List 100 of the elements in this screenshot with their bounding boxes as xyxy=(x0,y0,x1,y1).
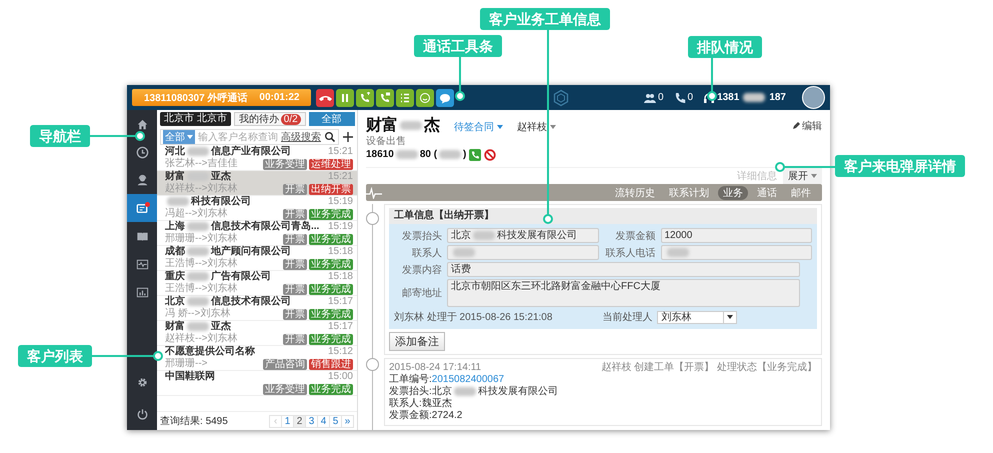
handler-route: 王浩博-->刘东林 xyxy=(165,283,238,295)
timeline-node xyxy=(366,358,379,371)
customer-row[interactable]: 中国鞋联网 15:00 业务受理 业务完成 xyxy=(157,371,357,396)
page-button[interactable]: » xyxy=(341,414,354,428)
customer-row[interactable]: 上海 信息技术有限公司青岛... 15:19 邢珊珊-->刘东林 开票 业务完成 xyxy=(157,221,357,246)
status-tag: 业务完成 xyxy=(309,234,353,244)
advanced-search-link[interactable]: 高级搜索 xyxy=(281,130,321,144)
callout-label: 导航栏 xyxy=(30,125,90,147)
customer-row[interactable]: 财富 亚杰 15:21 赵祥枝-->刘东林 开票 出纳开票 xyxy=(157,171,357,196)
input-field[interactable] xyxy=(447,245,598,260)
phone-transfer-button[interactable] xyxy=(356,88,374,106)
phone-chat-button[interactable] xyxy=(376,88,394,106)
pause-button[interactable] xyxy=(336,88,354,106)
input-field[interactable]: 北京 科技发展有限公司 xyxy=(447,228,598,243)
list-tab[interactable]: 我的待办 0/2 xyxy=(234,112,306,126)
block-icon[interactable] xyxy=(484,148,496,160)
expand-button[interactable]: 展开 xyxy=(783,168,822,184)
avatar[interactable] xyxy=(802,86,825,109)
power-icon[interactable] xyxy=(134,406,150,422)
history-line: 发票金额:2724.2 xyxy=(389,410,464,422)
input-field[interactable]: 12000 xyxy=(660,228,812,243)
status-tag: 开票 xyxy=(283,234,307,244)
edit-button[interactable]: 编辑 xyxy=(792,119,822,133)
callout-label: 客户业务工单信息 xyxy=(480,8,610,30)
ticket-title: 工单信息【出纳开票】 xyxy=(389,208,817,224)
customer-row[interactable]: 北京 信息技术有限公司 15:17 冯 娇-->刘东林 开票 业务完成 xyxy=(157,296,357,321)
handler-select[interactable]: 刘东林 xyxy=(657,310,738,324)
search-icon[interactable] xyxy=(324,131,336,143)
status-tag: 开票 xyxy=(283,208,307,220)
time-label: 15:17 xyxy=(328,296,353,308)
clock-icon xyxy=(134,144,150,160)
status-tag: 业务完成 xyxy=(309,258,353,270)
status-tag: 运维处理 xyxy=(309,158,353,170)
handler-route: 赵祥枝-->刘东林 xyxy=(165,183,238,195)
status-tag: 业务完成 xyxy=(309,384,353,394)
list-button[interactable] xyxy=(396,88,414,106)
hexagon-logo-icon xyxy=(552,88,570,106)
agent-account[interactable]: 1381 187 xyxy=(717,92,786,103)
activity-tab[interactable]: 业务 xyxy=(718,186,748,200)
page-button[interactable]: 2 xyxy=(293,414,306,428)
agents-count: 0 xyxy=(658,92,664,103)
caret-icon xyxy=(550,125,556,129)
ticket-number-link[interactable]: 2015082400067 xyxy=(432,374,504,385)
handler-route: 邢珊珊-->刘东林 xyxy=(165,233,238,245)
call-icon[interactable] xyxy=(469,148,482,160)
handler-label: 当前处理人 xyxy=(602,310,652,324)
address-textarea[interactable]: 北京市朝阳区东三环北路财富金融中心FFC大厦 xyxy=(447,279,800,307)
time-label: 15:21 xyxy=(328,146,353,158)
customer-row[interactable]: 重庆 广告有限公司 15:18 王浩博-->刘东林 开票 业务完成 xyxy=(157,271,357,296)
time-label: 15:18 xyxy=(328,271,353,283)
customer-title: 财富 杰 xyxy=(366,115,440,136)
page-button[interactable]: 5 xyxy=(329,414,342,428)
status-tag: 产品咨询 xyxy=(263,358,307,370)
smiley-button[interactable] xyxy=(416,88,434,106)
pencil-icon xyxy=(792,122,800,130)
status-tag: 业务受理 xyxy=(263,384,307,394)
callout-label: 客户来电弹屏详情 xyxy=(835,155,965,177)
handler-route: 王浩博-->刘东林 xyxy=(165,258,238,270)
callout-label: 客户列表 xyxy=(18,345,92,367)
add-icon[interactable] xyxy=(342,131,354,143)
hangup-button[interactable] xyxy=(316,88,334,106)
phone-icon xyxy=(674,92,686,104)
input-field[interactable]: 话费 xyxy=(447,262,800,277)
status-tag: 出纳开票 xyxy=(309,184,353,194)
caret-icon xyxy=(497,125,503,129)
tooltip: 北京市 北京市 xyxy=(160,112,231,126)
customer-name: 重庆 广告有限公司 xyxy=(165,271,271,282)
field-label: 发票内容 xyxy=(401,264,442,276)
customer-row[interactable]: 财富 亚杰 15:17 赵祥枝-->刘东林 开票 业务完成 xyxy=(157,321,357,346)
customer-row[interactable]: 科技有限公司 15:19 冯超-->刘东林 开票 业务完成 xyxy=(157,196,357,221)
history-line: 工单编号:2015082400067 xyxy=(389,374,506,386)
status-tag: 业务受理 xyxy=(263,158,307,170)
customer-name: 成都 地产顾问有限公司 xyxy=(165,246,291,258)
add-note-button[interactable]: 添加备注 xyxy=(389,332,445,351)
list-tab[interactable]: 全部 xyxy=(308,112,355,126)
queue-agents-icon xyxy=(644,92,656,104)
call-status: 13811080307 外呼通话 xyxy=(144,92,248,104)
field-label: 发票抬头 xyxy=(401,230,442,242)
page-button[interactable]: 1 xyxy=(281,414,294,428)
owner-dropdown[interactable]: 赵祥枝 xyxy=(517,120,556,134)
chat-button[interactable] xyxy=(436,88,454,106)
customer-name: 财富 亚杰 xyxy=(165,171,231,182)
customer-row[interactable]: 不愿意提供公司名称 15:12 邢珊珊--> 产品咨询 销售跟进 xyxy=(157,346,357,371)
result-count: 5495 xyxy=(206,416,228,426)
customer-name: 财富 亚杰 xyxy=(165,321,231,332)
status-tag: 业务完成 xyxy=(309,308,353,320)
callout-label: 通话工具条 xyxy=(414,35,502,57)
field-label: 联系人 xyxy=(411,246,442,260)
call-timer: 00:01:22 xyxy=(259,92,300,103)
caret-icon xyxy=(811,174,817,178)
customer-name: 中国鞋联网 xyxy=(165,371,215,383)
page-button[interactable]: 4 xyxy=(317,414,330,428)
history-line: 发票抬头:北京 科技发展有限公司 xyxy=(389,386,559,398)
status-dropdown[interactable]: 待签合同 xyxy=(454,120,503,134)
history-summary: 赵祥枝 创建工单【开票】 处理状态【业务完成】 xyxy=(601,362,817,374)
page-button[interactable]: 3 xyxy=(305,414,318,428)
status-tag: 业务完成 xyxy=(309,284,353,294)
input-field[interactable] xyxy=(660,245,812,260)
customer-row[interactable]: 成都 地产顾问有限公司 15:18 王浩博-->刘东林 开票 业务完成 xyxy=(157,246,357,271)
caret-icon xyxy=(727,315,734,319)
